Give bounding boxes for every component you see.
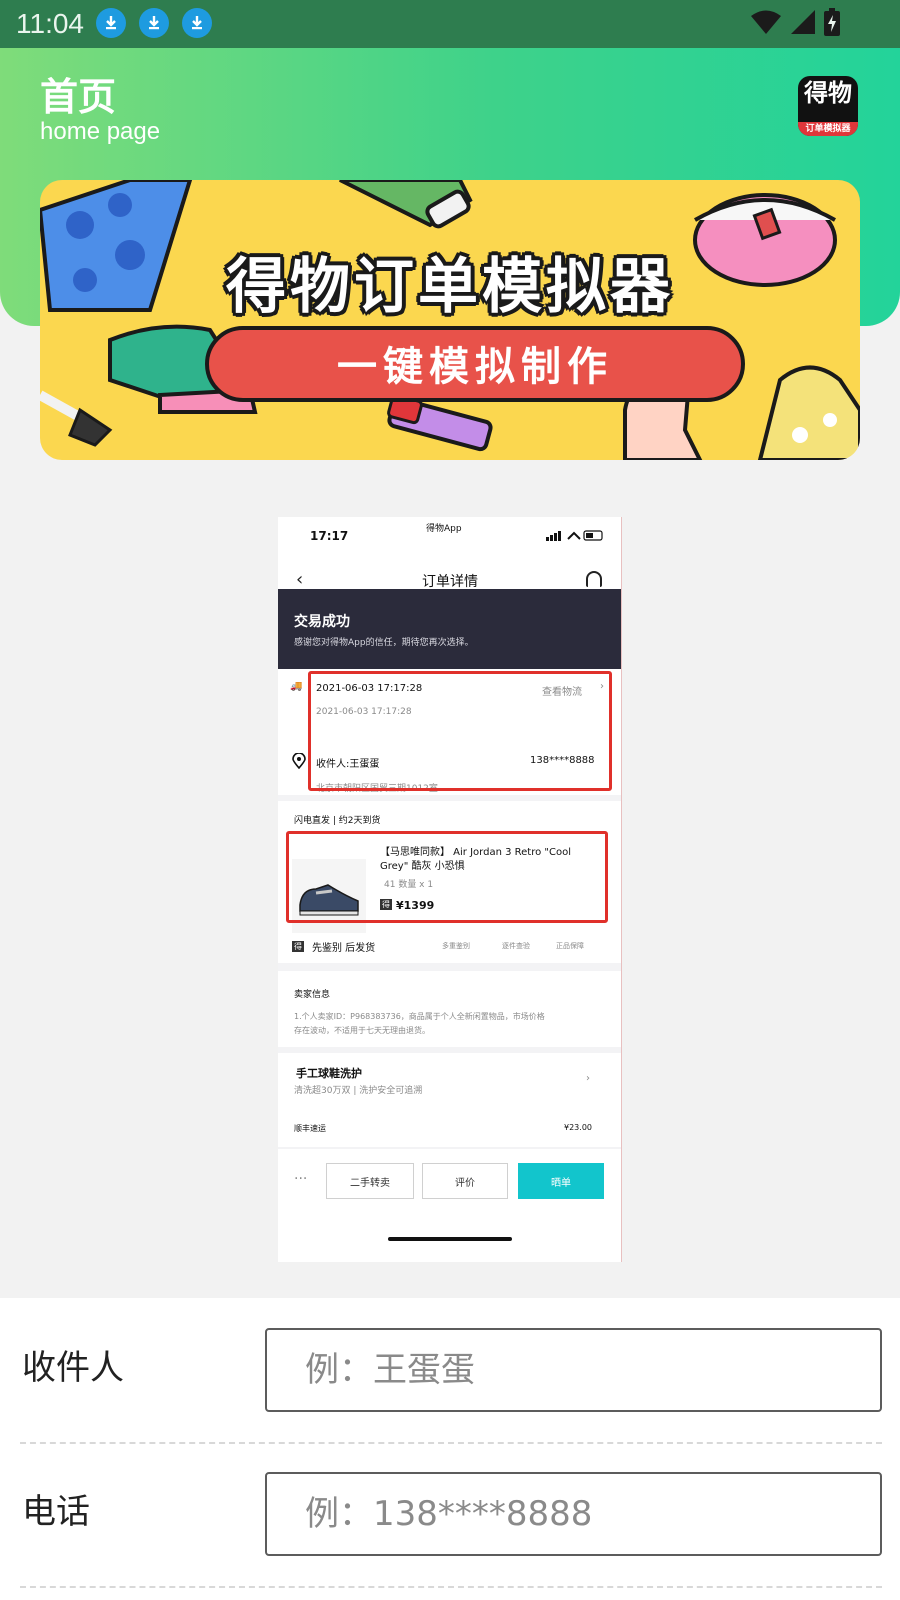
logo-text: 得物	[804, 79, 852, 107]
divider	[278, 963, 621, 971]
highlight-box-address	[308, 671, 612, 791]
truck-icon: 🚚	[290, 681, 303, 692]
banner-subtitle: 一键模拟制作	[337, 344, 613, 390]
page-subtitle: home page	[40, 118, 161, 145]
highlight-box-product	[286, 831, 608, 923]
order-status-subtitle: 感谢您对得物App的信任，期待您再次选择。	[294, 638, 474, 648]
inspect-tag: 多重鉴别	[442, 942, 470, 950]
divider	[278, 795, 621, 801]
divider	[278, 1147, 621, 1149]
inspect-tag: 正品保障	[556, 942, 584, 950]
seller-desc-line2: 存在波动，不适用于七天无理由退货。	[294, 1026, 430, 1035]
share-button: 晒单	[518, 1163, 604, 1199]
chevron-right-icon: ›	[586, 1073, 590, 1084]
headset-icon	[586, 571, 602, 587]
status-bar: 11:04	[0, 0, 900, 48]
logo-caption: 订单模拟器	[798, 122, 858, 136]
shipping-method: 顺丰速运	[294, 1124, 326, 1133]
order-status-title: 交易成功	[294, 614, 350, 630]
phone-label: 电话	[22, 1492, 90, 1532]
preview-status-bar: 17:17 得物App	[278, 517, 621, 557]
app-logo[interactable]: 得物 订单模拟器	[798, 76, 858, 136]
order-form: 收件人 电话	[0, 1298, 900, 1600]
review-button: 评价	[422, 1163, 508, 1199]
page-title: 首页	[40, 75, 117, 119]
preview-nav-title: 订单详情	[422, 574, 478, 590]
inspect-tag: 逐件查验	[502, 942, 530, 950]
preview-status-banner: 交易成功 感谢您对得物App的信任，期待您再次选择。	[278, 589, 621, 669]
seller-desc-line1: 1.个人卖家ID：P968383736，商品属于个人全新闲置物品，市场价格	[294, 1012, 545, 1021]
location-pin-icon	[292, 753, 306, 769]
status-time: 11:04	[16, 8, 84, 39]
promo-banner[interactable]: 得物订单模拟器 一键模拟制作	[40, 180, 860, 460]
download-icon	[96, 8, 126, 38]
order-preview-image: 17:17 得物App ‹ 订单详情 交易成功 感谢您对得物App的信任，期待您…	[278, 517, 622, 1262]
signal-icon	[791, 10, 815, 34]
recipient-input[interactable]	[265, 1328, 882, 1412]
banner-title: 得物订单模拟器	[226, 252, 674, 322]
shipping-fee: ¥23.00	[564, 1123, 592, 1132]
preview-time: 17:17	[310, 529, 349, 543]
divider	[278, 1047, 621, 1053]
wifi-icon	[751, 10, 781, 34]
form-divider	[20, 1586, 882, 1588]
seller-title: 卖家信息	[294, 990, 331, 1000]
download-icon	[139, 8, 169, 38]
recipient-label: 收件人	[22, 1348, 124, 1388]
dewu-badge-icon: 得	[292, 941, 304, 952]
status-icons	[750, 8, 840, 36]
resell-button: 二手转卖	[326, 1163, 414, 1199]
preview-app-name: 得物App	[426, 524, 462, 534]
form-divider	[20, 1442, 882, 1444]
shipping-tag: 闪电直发 | 约2天到货	[294, 816, 381, 826]
battery-charging-icon	[824, 8, 840, 36]
more-icon: ···	[294, 1171, 308, 1187]
download-icon	[182, 8, 212, 38]
phone-input[interactable]	[265, 1472, 882, 1556]
wash-title: 手工球鞋洗护	[296, 1067, 362, 1080]
wash-subtitle: 清洗超30万双 | 洗护安全可追溯	[294, 1086, 423, 1096]
inspect-title: 先鉴别 后发货	[312, 943, 376, 954]
home-indicator	[388, 1237, 512, 1241]
preview-status-icons	[546, 530, 603, 541]
